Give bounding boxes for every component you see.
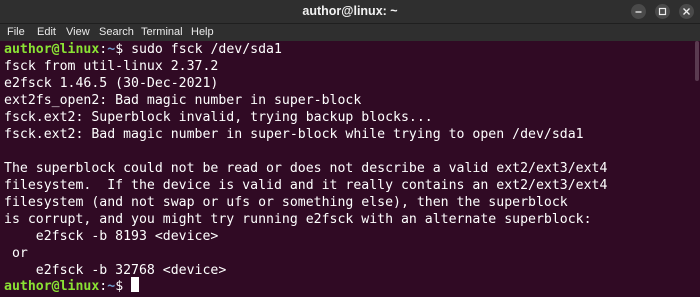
- terminal-window: author@linux: ~ File Edit View Search Te…: [0, 0, 700, 297]
- minimize-button[interactable]: [631, 4, 646, 19]
- window-title: author@linux: ~: [302, 4, 398, 18]
- close-button[interactable]: [679, 4, 694, 19]
- output-line: is corrupt, and you might try running e2…: [4, 212, 592, 227]
- maximize-button[interactable]: [655, 4, 670, 19]
- menu-bar: File Edit View Search Terminal Help: [0, 24, 700, 41]
- close-icon: [683, 8, 690, 15]
- menu-file[interactable]: File: [7, 24, 25, 41]
- prompt-symbol: $: [115, 42, 124, 57]
- output-line: filesystem. If the device is valid and i…: [4, 178, 608, 193]
- menu-terminal[interactable]: Terminal: [141, 24, 183, 41]
- title-bar[interactable]: author@linux: ~: [0, 0, 700, 24]
- prompt-user-host: author@linux: [4, 279, 100, 294]
- output-line: fsck from util-linux 2.37.2: [4, 59, 219, 74]
- output-line: filesystem (and not swap or ufs or somet…: [4, 195, 568, 210]
- prompt-path: ~: [107, 279, 116, 294]
- output-line: fsck.ext2: Bad magic number in super-blo…: [4, 127, 584, 142]
- minimize-icon: [635, 11, 642, 13]
- menu-help[interactable]: Help: [191, 24, 214, 41]
- text-cursor: [131, 277, 140, 292]
- output-line: or: [4, 246, 28, 261]
- output-line: fsck.ext2: Superblock invalid, trying ba…: [4, 110, 433, 125]
- menu-edit[interactable]: Edit: [37, 24, 56, 41]
- prompt-symbol: $: [115, 279, 124, 294]
- command-text: sudo fsck /dev/sda1: [123, 42, 282, 57]
- output-line: ext2fs_open2: Bad magic number in super-…: [4, 93, 362, 108]
- output-line: e2fsck 1.46.5 (30-Dec-2021): [4, 76, 219, 91]
- output-line: The superblock could not be read or does…: [4, 161, 608, 176]
- maximize-icon: [658, 7, 667, 16]
- menu-view[interactable]: View: [66, 24, 90, 41]
- prompt-path: ~: [107, 42, 116, 57]
- output-line: e2fsck -b 8193 <device>: [4, 229, 219, 244]
- prompt-user-host: author@linux: [4, 42, 100, 57]
- menu-search[interactable]: Search: [99, 24, 134, 41]
- current-prompt-line[interactable]: author@linux:~$: [4, 277, 140, 294]
- scrollbar[interactable]: [695, 41, 699, 81]
- terminal-output-area[interactable]: author@linux:~$ sudo fsck /dev/sda1 fsck…: [0, 41, 700, 297]
- command-line: author@linux:~$ sudo fsck /dev/sda1: [4, 41, 282, 58]
